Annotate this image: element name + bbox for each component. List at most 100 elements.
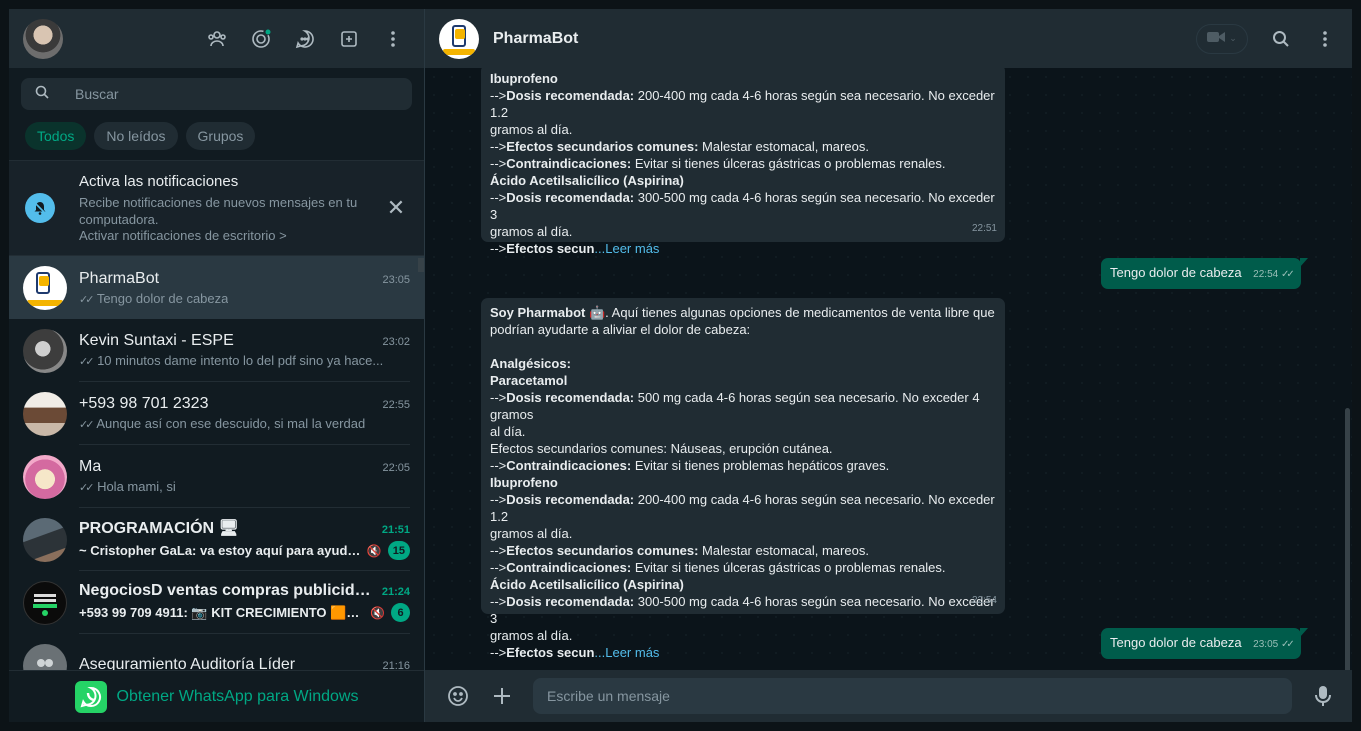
notification-banner: Activa las notificaciones Recibe notific… xyxy=(9,160,424,256)
new-chat-icon[interactable] xyxy=(338,28,360,50)
group-avatar xyxy=(23,580,67,625)
chat-name: PROGRAMACIÓN 🖥 xyxy=(79,520,239,537)
chat-item-pharmabot[interactable]: PharmaBot 23:05 ✓✓ Tengo dolor de cabeza xyxy=(9,256,424,319)
chat-name: PharmaBot xyxy=(79,269,160,287)
whatsapp-logo-icon xyxy=(74,680,107,713)
unread-badge: 15 xyxy=(387,541,410,560)
channels-icon[interactable] xyxy=(294,28,316,50)
read-ticks-icon: ✓✓ xyxy=(79,419,95,431)
incoming-message: Ibuprofeno -->Dosis recomendada: 200-400… xyxy=(481,68,1005,256)
contact-avatar xyxy=(23,454,67,499)
read-ticks-icon: ✓✓ xyxy=(79,356,95,368)
get-whatsapp-windows-banner[interactable]: Obtener WhatsApp para Windows xyxy=(9,670,424,722)
chat-time: 23:02 xyxy=(382,336,410,348)
chat-time: 23:05 xyxy=(382,273,410,286)
close-icon[interactable]: ✕ xyxy=(384,195,408,221)
message-list-scrollbar[interactable] xyxy=(1345,408,1350,670)
filter-all[interactable]: Todos xyxy=(25,122,87,150)
contact-avatar xyxy=(23,391,67,436)
microphone-icon[interactable] xyxy=(1310,683,1336,709)
read-more-link[interactable]: ...Leer más xyxy=(594,241,659,256)
message-text: Tengo dolor de cabeza xyxy=(1110,265,1242,280)
chat-name: NegociosD ventas compras publicidad... xyxy=(79,582,376,599)
message-text: Tengo dolor de cabeza xyxy=(1110,635,1242,650)
search-icon[interactable] xyxy=(35,85,49,104)
notification-title: Activa las notificaciones xyxy=(79,173,239,190)
chat-item-kevin-suntaxi[interactable]: Kevin Suntaxi - ESPE 23:02 ✓✓ 10 minutos… xyxy=(9,319,424,382)
robot-emoji-icon: 🤖 xyxy=(588,305,606,320)
chat-last-message: Tengo dolor de cabeza xyxy=(96,290,229,306)
filter-groups[interactable]: Grupos xyxy=(185,122,256,150)
sidebar-header-actions xyxy=(206,28,410,50)
conversation-title[interactable]: PharmaBot xyxy=(493,30,1196,48)
conversation-header: PharmaBot ⌄ xyxy=(425,9,1352,68)
search-icon[interactable] xyxy=(1270,28,1292,50)
outgoing-message: Tengo dolor de cabeza 23:05 ✓✓ xyxy=(1101,628,1308,659)
chat-time: 22:55 xyxy=(382,399,410,411)
chat-time: 21:51 xyxy=(381,524,410,536)
sidebar: Todos No leídos Grupos Activa las notifi… xyxy=(9,9,425,722)
chat-name: Kevin Suntaxi - ESPE xyxy=(79,332,234,349)
communities-icon[interactable] xyxy=(206,28,228,50)
message-time: 22:51 xyxy=(971,223,997,234)
contact-avatar xyxy=(23,328,67,373)
chat-item-ma[interactable]: Ma 22:05 ✓✓ Hola mami, si xyxy=(9,445,424,508)
notification-text: Activa las notificaciones Recibe notific… xyxy=(79,173,384,243)
conversation-panel: PharmaBot ⌄ Ibuprofeno -->Dosis recomend… xyxy=(425,9,1352,722)
chat-item-593-98-701-2323[interactable]: +593 98 701 2323 22:55 ✓✓ Aunque así con… xyxy=(9,382,424,445)
attach-plus-icon[interactable] xyxy=(489,683,515,709)
read-ticks-icon: ✓✓ xyxy=(79,293,95,306)
pharmabot-avatar xyxy=(23,265,67,310)
chat-last-message: Hola mami, si xyxy=(97,479,176,494)
enable-notifications-link[interactable]: Activar notificaciones de escritorio > xyxy=(79,228,384,243)
conversation-actions: ⌄ xyxy=(1196,23,1336,54)
chat-item-programacion[interactable]: PROGRAMACIÓN 🖥 21:51 ~ Cristopher GaLa: … xyxy=(9,508,424,571)
read-ticks-icon: ✓✓ xyxy=(1280,639,1295,650)
chevron-down-icon: ⌄ xyxy=(1229,33,1237,43)
outgoing-message: Tengo dolor de cabeza 22:54 ✓✓ xyxy=(1101,258,1308,289)
read-ticks-icon: ✓✓ xyxy=(79,482,95,494)
chat-time: 22:05 xyxy=(382,462,410,474)
search-bar xyxy=(9,68,424,116)
menu-icon[interactable] xyxy=(1314,28,1336,50)
chat-time: 21:24 xyxy=(381,586,410,598)
muted-icon: 🔇 xyxy=(370,605,385,620)
chat-last-message: ~ Cristopher GaLa: va estoy aquí para ay… xyxy=(79,543,363,558)
chat-last-message: Aunque así con ese descuido, si mal la v… xyxy=(96,416,366,431)
sidebar-header xyxy=(9,9,424,68)
message-input[interactable] xyxy=(533,678,1292,714)
read-more-link[interactable]: ...Leer más xyxy=(594,645,659,660)
filter-unread[interactable]: No leídos xyxy=(94,122,178,150)
search-input[interactable] xyxy=(75,86,398,102)
chat-item-negociosd[interactable]: NegociosD ventas compras publicidad... 2… xyxy=(9,571,424,634)
video-camera-icon xyxy=(1207,30,1226,48)
bell-off-icon xyxy=(25,193,55,223)
pharmabot-avatar[interactable] xyxy=(439,18,479,59)
incoming-message: Soy Pharmabot 🤖. Aquí tienes algunas opc… xyxy=(481,298,1005,660)
chat-list: PharmaBot 23:05 ✓✓ Tengo dolor de cabeza… xyxy=(9,256,424,722)
chat-name: Ma xyxy=(79,458,102,475)
my-profile-avatar[interactable] xyxy=(23,18,63,59)
notification-description: Recibe notificaciones de nuevos mensajes… xyxy=(79,195,358,227)
menu-icon[interactable] xyxy=(382,28,404,50)
chat-filters: Todos No leídos Grupos xyxy=(9,116,424,160)
status-icon[interactable] xyxy=(250,28,272,50)
message-composer xyxy=(425,670,1352,722)
message-time: 22:54 xyxy=(1253,269,1279,280)
video-call-button[interactable]: ⌄ xyxy=(1196,23,1248,54)
whatsapp-web-app: Todos No leídos Grupos Activa las notifi… xyxy=(9,9,1352,722)
chat-last-message: +593 99 709 4911: 📷 KIT CRECIMIENTO 🟧O..… xyxy=(79,604,367,620)
get-app-label[interactable]: Obtener WhatsApp para Windows xyxy=(117,688,359,706)
search-box xyxy=(21,78,412,110)
chat-name: +593 98 701 2323 xyxy=(79,395,209,412)
chat-list-scrollbar[interactable] xyxy=(418,258,424,272)
group-avatar xyxy=(23,517,67,562)
message-time: 23:05 xyxy=(1253,639,1279,650)
read-ticks-icon: ✓✓ xyxy=(1280,269,1295,280)
message-list: Ibuprofeno -->Dosis recomendada: 200-400… xyxy=(425,68,1352,670)
muted-icon: 🔇 xyxy=(366,543,382,558)
message-time: 22:54 xyxy=(971,595,997,606)
chat-last-message: 10 minutos dame intento lo del pdf sino … xyxy=(97,353,384,368)
emoji-icon[interactable] xyxy=(445,683,471,709)
unread-badge: 6 xyxy=(391,603,410,622)
